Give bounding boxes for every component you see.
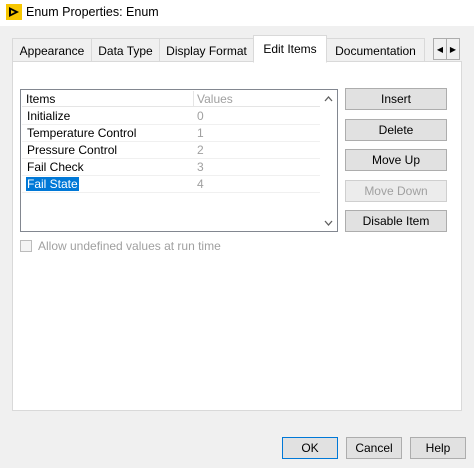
items-list[interactable]: Items Values Initialize 0 Temperature Co… [20, 89, 338, 232]
list-item[interactable]: Initialize 0 [22, 108, 322, 125]
tab-appearance[interactable]: Appearance [12, 38, 92, 62]
labview-vi-icon [6, 4, 22, 20]
item-value[interactable]: 2 [197, 143, 204, 157]
title-bar: Enum Properties: Enum [0, 0, 474, 26]
list-item[interactable]: Fail Check 3 [22, 159, 322, 176]
list-item[interactable]: Temperature Control 1 [22, 125, 322, 142]
tab-display-format[interactable]: Display Format [159, 38, 254, 62]
items-column-header[interactable]: Items [26, 92, 55, 106]
list-item[interactable]: Pressure Control 2 [22, 142, 322, 159]
insert-button[interactable]: Insert [345, 88, 447, 110]
item-value[interactable]: 4 [197, 177, 204, 191]
disable-item-button[interactable]: Disable Item [345, 210, 447, 232]
item-value[interactable]: 3 [197, 160, 204, 174]
item-name[interactable]: Temperature Control [26, 126, 137, 140]
list-scrollbar[interactable] [320, 90, 337, 231]
delete-button[interactable]: Delete [345, 119, 447, 141]
values-column-header[interactable]: Values [197, 92, 233, 106]
cancel-button[interactable]: Cancel [346, 437, 402, 459]
list-header: Items Values [22, 91, 322, 107]
item-name[interactable]: Fail State [26, 177, 79, 191]
tab-documentation[interactable]: Documentation [326, 38, 425, 62]
item-name[interactable]: Fail Check [26, 160, 85, 174]
chevron-left-icon[interactable]: ◀ [433, 38, 447, 60]
move-up-button[interactable]: Move Up [345, 149, 447, 171]
ok-button[interactable]: OK [282, 437, 338, 459]
allow-undefined-row: Allow undefined values at run time [20, 238, 221, 254]
move-down-button[interactable]: Move Down [345, 180, 447, 202]
allow-undefined-checkbox[interactable] [20, 240, 32, 252]
dialog-body: Appearance Data Type Display Format Edit… [0, 26, 474, 468]
column-divider[interactable] [193, 91, 194, 107]
chevron-right-icon[interactable]: ▶ [446, 38, 460, 60]
edit-items-panel: Items Values Initialize 0 Temperature Co… [12, 61, 462, 411]
item-value[interactable]: 1 [197, 126, 204, 140]
item-value[interactable]: 0 [197, 109, 204, 123]
item-name[interactable]: Initialize [26, 109, 71, 123]
tab-strip: Appearance Data Type Display Format Edit… [12, 35, 462, 63]
window-title: Enum Properties: Enum [26, 5, 159, 19]
help-button[interactable]: Help [410, 437, 466, 459]
allow-undefined-label: Allow undefined values at run time [38, 239, 221, 253]
tab-data-type[interactable]: Data Type [91, 38, 160, 62]
scroll-up-icon[interactable] [320, 90, 337, 107]
item-name[interactable]: Pressure Control [26, 143, 118, 157]
scroll-down-icon[interactable] [320, 214, 337, 231]
list-item-selected[interactable]: Fail State 4 [22, 176, 322, 193]
tab-edit-items[interactable]: Edit Items [253, 35, 327, 63]
